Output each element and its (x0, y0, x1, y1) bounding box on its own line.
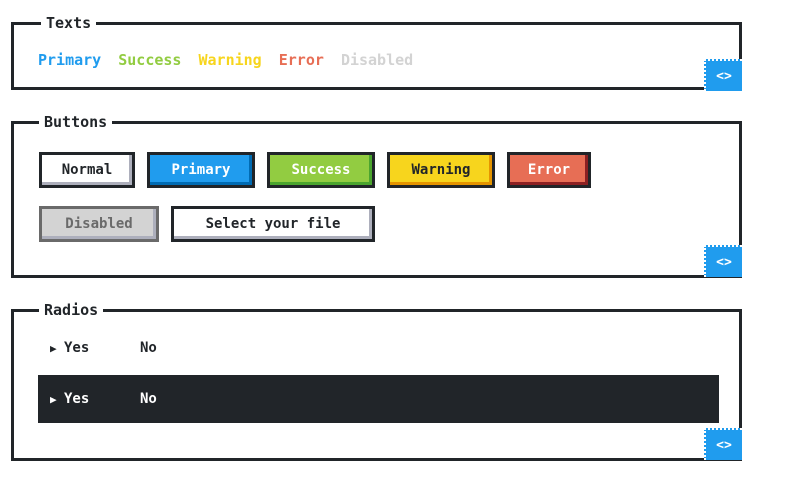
error-button[interactable]: Error (507, 152, 591, 188)
radio-yes-label: Yes (64, 340, 90, 356)
text-error: Error (278, 51, 324, 69)
text-warning: Warning (198, 51, 262, 69)
success-button[interactable]: Success (267, 152, 375, 188)
code-icon: <> (716, 69, 732, 84)
show-code-button[interactable]: <> (704, 59, 742, 91)
radio-no[interactable]: No (140, 324, 157, 372)
texts-container: Texts Primary Success Warning Error Disa… (11, 14, 742, 91)
dark-radio-panel: ▶ Yes No (38, 375, 719, 423)
radios-title: Radios (39, 301, 104, 319)
selected-arrow-icon: ▶ (50, 393, 57, 406)
radio-no-label: No (140, 340, 157, 356)
disabled-button: Disabled (39, 206, 159, 242)
buttons-title: Buttons (39, 113, 113, 131)
texts-row: Primary Success Warning Error Disabled (38, 51, 421, 69)
radios-container: Radios ▶ Yes No ▶ Yes No <> (11, 301, 742, 461)
text-disabled: Disabled (340, 51, 414, 69)
text-success: Success (118, 51, 182, 69)
dark-radio-no[interactable]: No (140, 375, 157, 423)
show-code-button[interactable]: <> (704, 245, 742, 277)
code-icon: <> (716, 255, 732, 270)
show-code-button[interactable]: <> (704, 428, 742, 460)
selected-arrow-icon: ▶ (50, 342, 57, 355)
radio-yes[interactable]: ▶ Yes (50, 324, 89, 373)
normal-button[interactable]: Normal (39, 152, 135, 188)
dark-radio-yes[interactable]: ▶ Yes (50, 375, 89, 424)
dark-radio-no-label: No (140, 391, 157, 407)
code-icon: <> (716, 438, 732, 453)
warning-button[interactable]: Warning (387, 152, 495, 188)
dark-radio-yes-label: Yes (64, 391, 90, 407)
primary-button[interactable]: Primary (147, 152, 255, 188)
texts-title: Texts (41, 14, 97, 32)
select-file-button[interactable]: Select your file (171, 206, 375, 242)
text-primary: Primary (38, 51, 102, 69)
buttons-container: Buttons Normal Primary Success Warning E… (11, 113, 742, 278)
